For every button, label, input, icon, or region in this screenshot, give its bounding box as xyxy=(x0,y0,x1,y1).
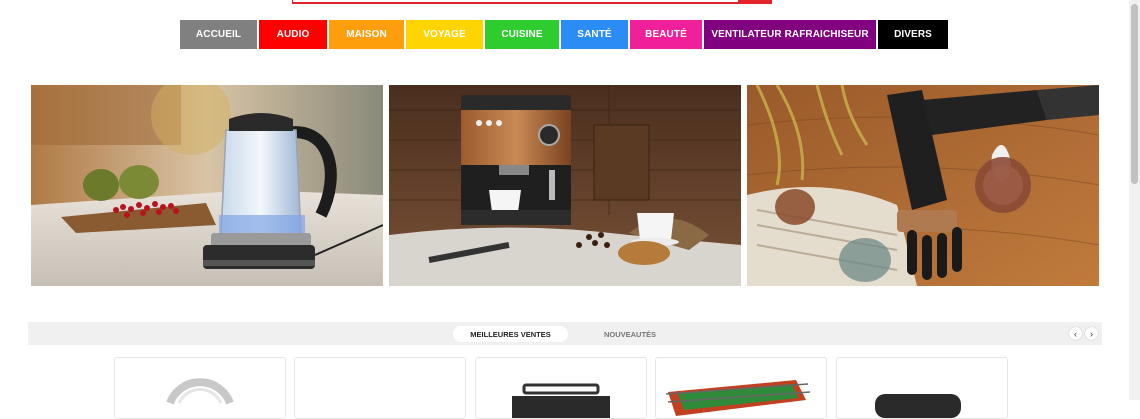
nav-item-maison[interactable]: MAISON xyxy=(329,20,404,49)
product-thumbnail xyxy=(166,378,234,405)
nav-item-divers[interactable]: DIVERS xyxy=(878,20,948,49)
product-thumbnail xyxy=(875,394,961,418)
nav-item-accueil[interactable]: ACCUEIL xyxy=(180,20,257,49)
product-thumbnail xyxy=(512,383,610,418)
page-scrollbar[interactable] xyxy=(1129,0,1140,400)
product-tabs-bar: MEILLEURES VENTES NOUVEAUTÉS ‹ › xyxy=(28,322,1102,345)
nav-item-audio[interactable]: AUDIO xyxy=(259,20,327,49)
search-button[interactable] xyxy=(738,0,772,2)
search-bar-bottom-edge[interactable] xyxy=(292,0,772,4)
nav-item-beaute[interactable]: BEAUTÉ xyxy=(630,20,702,49)
category-nav: ACCUEIL AUDIO MAISON VOYAGE CUISINE SANT… xyxy=(180,20,948,49)
product-card[interactable] xyxy=(475,357,647,419)
product-card[interactable] xyxy=(114,357,286,419)
product-card[interactable] xyxy=(294,357,466,419)
banner-kettle[interactable] xyxy=(31,85,383,286)
kettle-image xyxy=(31,85,383,286)
banner-hair-dryer[interactable] xyxy=(747,85,1099,286)
tab-meilleures-ventes[interactable]: MEILLEURES VENTES xyxy=(453,326,568,342)
product-card[interactable] xyxy=(655,357,827,419)
chevron-left-icon: ‹ xyxy=(1074,328,1077,339)
banner-coffee-machine[interactable] xyxy=(389,85,741,286)
nav-item-voyage[interactable]: VOYAGE xyxy=(406,20,483,49)
scrollbar-thumb[interactable] xyxy=(1131,4,1138,184)
coffee-machine-image xyxy=(389,85,741,286)
product-thumbnail xyxy=(665,380,811,416)
nav-item-cuisine[interactable]: CUISINE xyxy=(485,20,559,49)
nav-item-ventilateur[interactable]: VENTILATEUR RAFRAICHISEUR xyxy=(704,20,876,49)
nav-item-sante[interactable]: SANTÉ xyxy=(561,20,628,49)
hair-dryer-image xyxy=(747,85,1099,286)
chevron-right-icon: › xyxy=(1090,328,1093,339)
product-card[interactable] xyxy=(836,357,1008,419)
tab-nouveautes[interactable]: NOUVEAUTÉS xyxy=(590,326,670,342)
carousel-prev-button[interactable]: ‹ xyxy=(1069,327,1082,340)
carousel-next-button[interactable]: › xyxy=(1085,327,1098,340)
